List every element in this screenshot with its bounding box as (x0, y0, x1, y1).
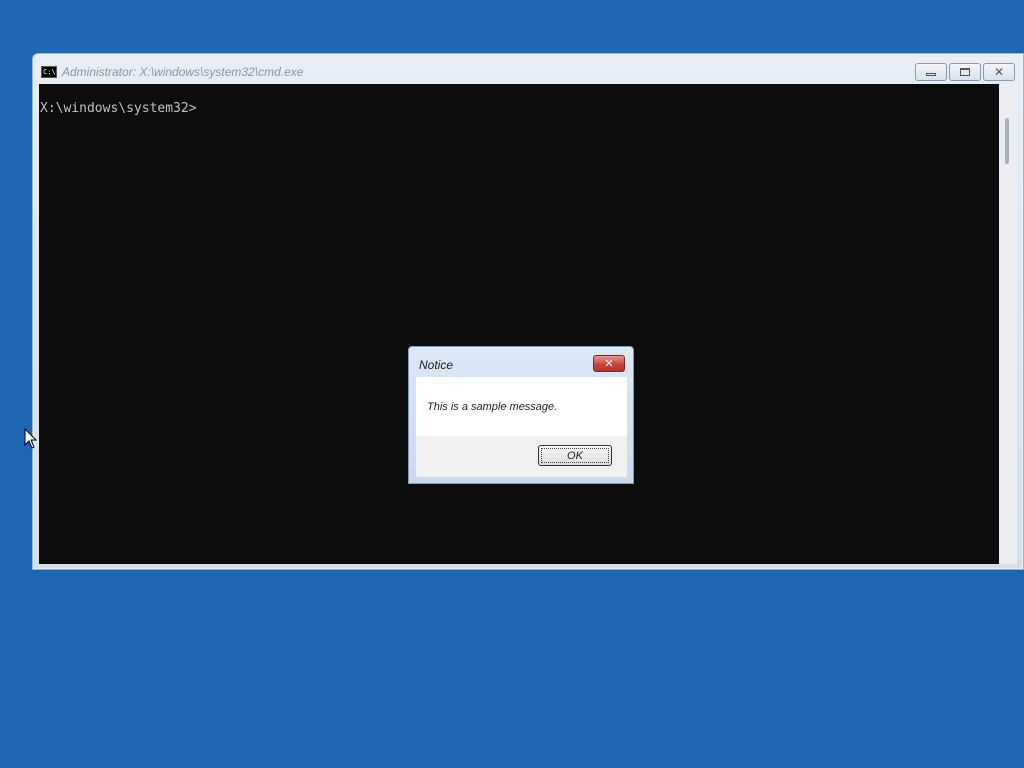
minimize-icon (926, 73, 936, 76)
vertical-scrollbar[interactable] (999, 84, 1017, 564)
maximize-button[interactable] (949, 63, 981, 81)
maximize-icon (960, 68, 970, 76)
close-button[interactable]: ✕ (983, 63, 1015, 81)
message-box: Notice ✕ This is a sample message. OK (408, 346, 634, 484)
title-bar[interactable]: C:\ Administrator: X:\windows\system32\c… (33, 54, 1023, 84)
message-box-footer: OK (416, 436, 627, 477)
minimize-button[interactable] (915, 63, 947, 81)
scroll-thumb[interactable] (1005, 118, 1009, 164)
close-icon: ✕ (993, 65, 1005, 79)
ok-button[interactable]: OK (538, 445, 612, 466)
close-icon: ✕ (604, 357, 614, 370)
arrow-cursor-icon (24, 428, 38, 449)
console-area[interactable]: X:\windows\system32> (39, 84, 999, 564)
desktop: C:\ Administrator: X:\windows\system32\c… (0, 0, 1024, 768)
cmd-window: C:\ Administrator: X:\windows\system32\c… (32, 53, 1024, 570)
message-box-body: This is a sample message. OK (416, 377, 627, 477)
message-text: This is a sample message. (427, 401, 558, 413)
message-box-close-button[interactable]: ✕ (593, 355, 625, 372)
cmd-app-icon[interactable]: C:\ (41, 66, 57, 78)
command-prompt[interactable]: X:\windows\system32> (40, 101, 197, 116)
window-title: Administrator: X:\windows\system32\cmd.e… (62, 65, 304, 79)
message-box-title: Notice (419, 358, 454, 372)
